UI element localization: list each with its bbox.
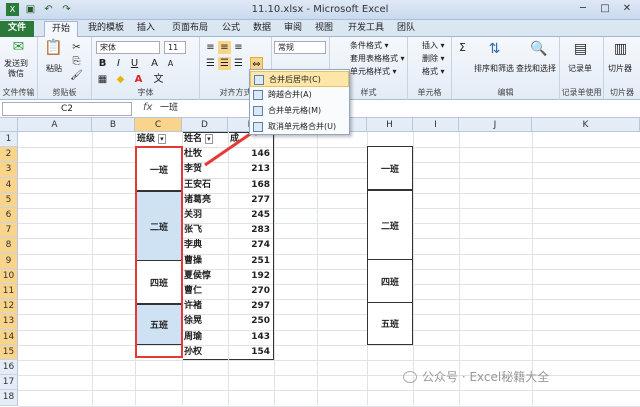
merge-center-icon	[254, 75, 264, 85]
menu-item-unmerge[interactable]: 取消单元格合并(U)	[250, 119, 349, 135]
menu-label: 合并单元格(M)	[268, 106, 322, 115]
menu-item-merge-across[interactable]: 跨越合并(A)	[250, 87, 349, 103]
wechat-logo-icon	[403, 371, 417, 383]
menu-label: 取消单元格合并(U)	[268, 122, 337, 131]
menu-label: 跨越合并(A)	[268, 90, 312, 99]
unmerge-icon	[253, 122, 263, 132]
merge-dropdown-menu: 合并后居中(C) 跨越合并(A) 合并单元格(M) 取消单元格合并(U)	[249, 69, 350, 135]
merge-cells-icon	[253, 106, 263, 116]
watermark: 公众号 · Excel秘籍大全	[422, 370, 550, 384]
red-arrow-annotation	[204, 125, 262, 167]
menu-item-merge-cells[interactable]: 合并单元格(M)	[250, 103, 349, 119]
merge-across-icon	[253, 90, 263, 100]
menu-item-merge-center[interactable]: 合并后居中(C)	[250, 71, 349, 87]
menu-label: 合并后居中(C)	[269, 75, 321, 84]
